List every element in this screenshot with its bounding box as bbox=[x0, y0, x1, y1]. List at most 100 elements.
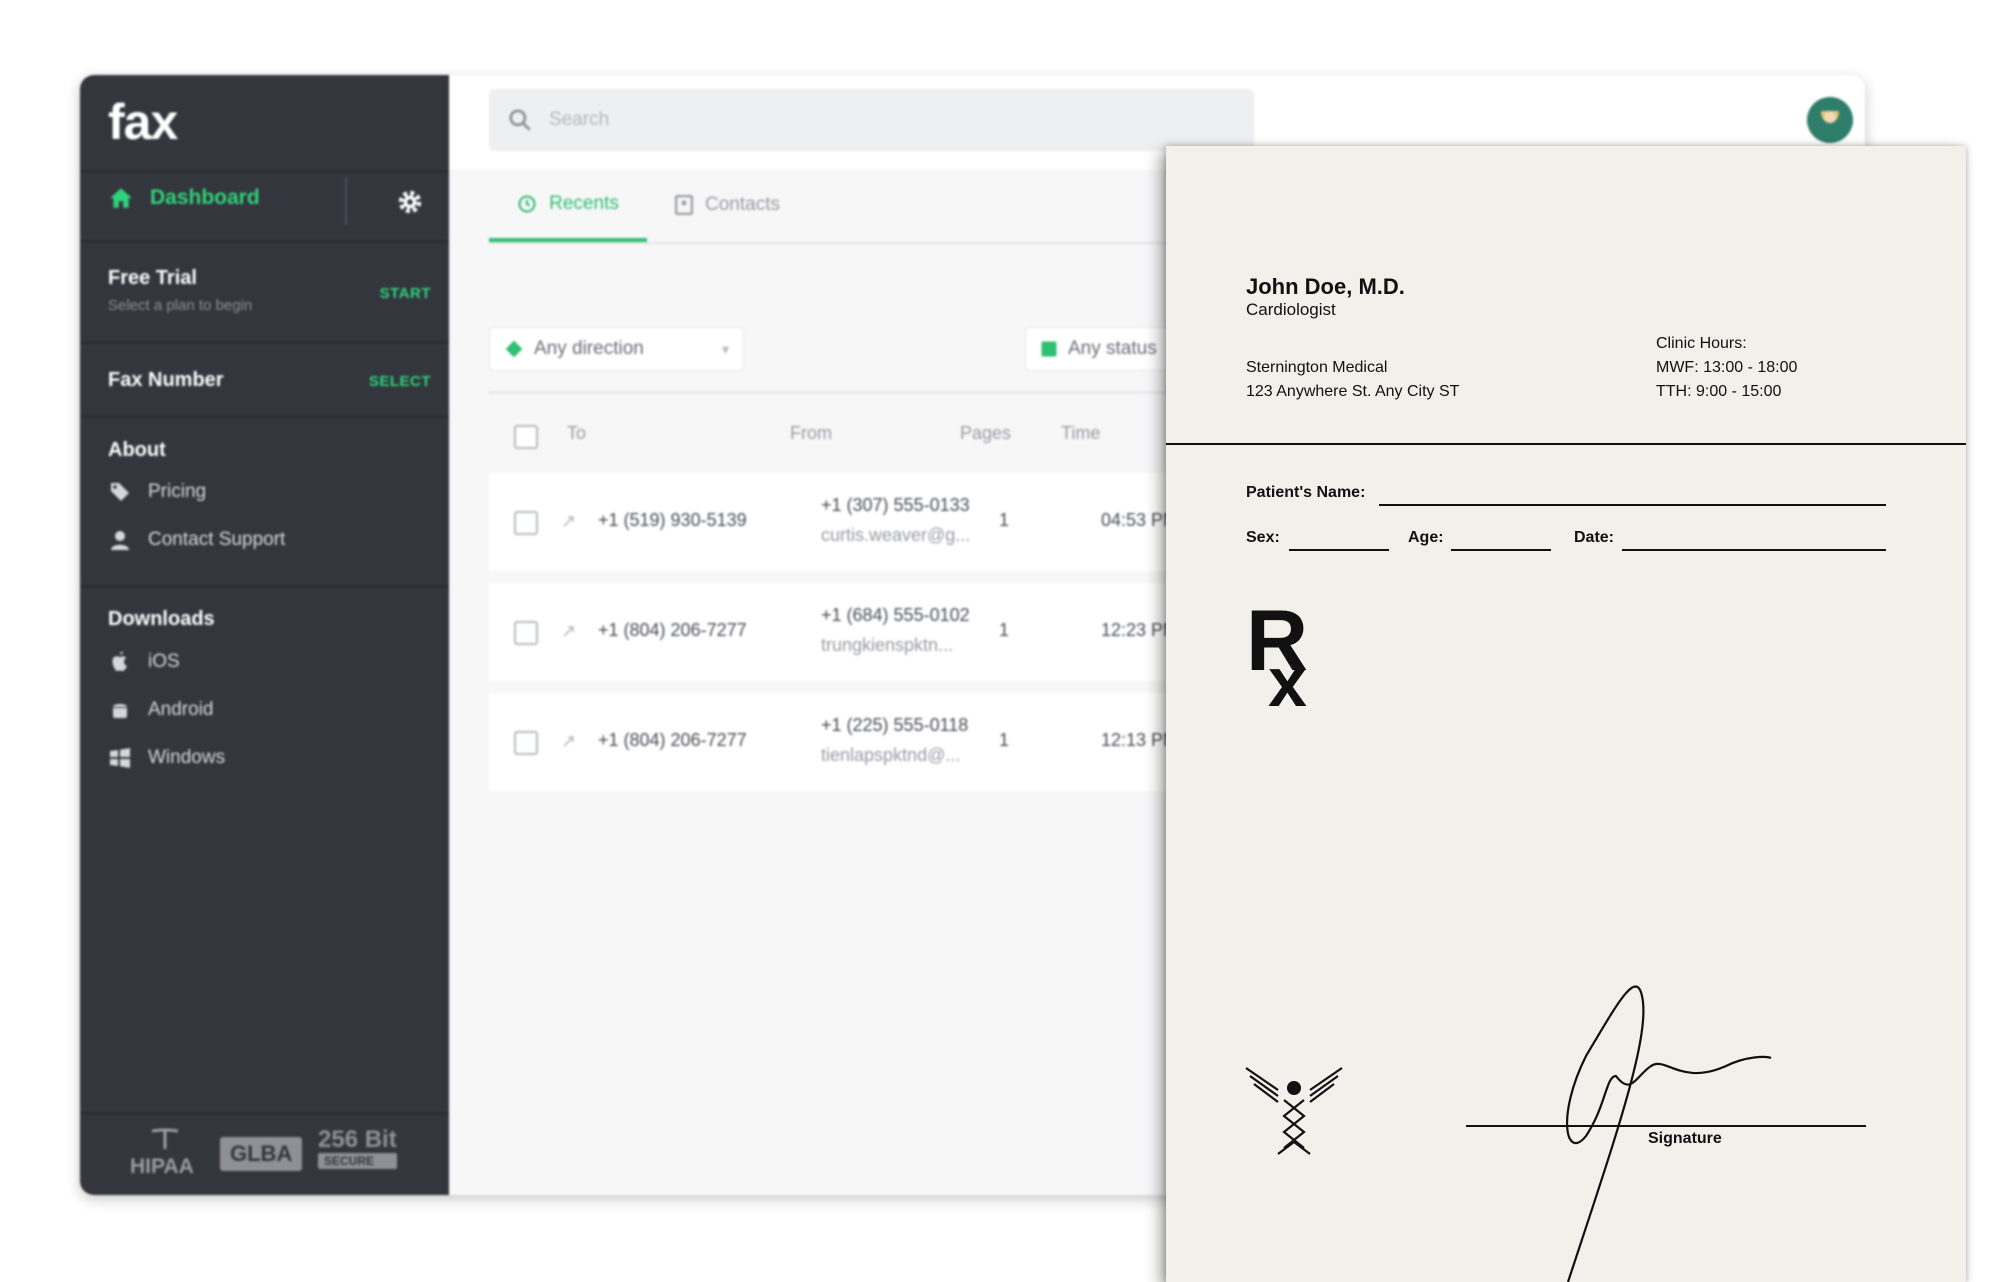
tab-contacts[interactable]: Contacts bbox=[675, 170, 780, 240]
column-header-pages[interactable]: Pages bbox=[960, 423, 1011, 444]
downloads-heading: Downloads bbox=[108, 608, 215, 630]
status-filter-value: Any status bbox=[1068, 338, 1157, 359]
start-trial-button[interactable]: START bbox=[380, 285, 431, 302]
gear-icon[interactable] bbox=[395, 187, 425, 217]
age-line bbox=[1451, 549, 1551, 551]
rx-symbol-icon: R x bbox=[1246, 600, 1308, 710]
user-avatar-icon bbox=[1807, 97, 1853, 143]
from-number: +1 (684) 555-0102 bbox=[821, 605, 970, 625]
sex-label: Sex: bbox=[1246, 529, 1280, 546]
home-icon bbox=[110, 188, 132, 208]
bit-label: 256 Bit bbox=[318, 1126, 397, 1153]
direction-filter[interactable]: Any direction ▾ bbox=[489, 327, 744, 371]
prescription-document: John Doe, M.D. Cardiologist Sternington … bbox=[1166, 146, 1966, 1282]
divider bbox=[80, 341, 449, 344]
hours-tth: TTH: 9:00 - 15:00 bbox=[1656, 383, 1782, 400]
clinic-info: Sternington Medical 123 Anywhere St. Any… bbox=[1246, 356, 1459, 404]
column-header-to[interactable]: To bbox=[567, 423, 586, 444]
to-number: +1 (804) 206-7277 bbox=[598, 730, 747, 750]
sidebar-item-label: Contact Support bbox=[148, 529, 286, 550]
patient-name-line bbox=[1379, 504, 1886, 506]
from-email: trungkienspktn... bbox=[821, 635, 954, 655]
search-bar[interactable] bbox=[489, 89, 1254, 151]
security-badges: HIPAA GLBA 256 Bit SECURE bbox=[80, 1112, 449, 1195]
outgoing-arrow-icon: ↗ bbox=[561, 511, 577, 531]
age-label: Age: bbox=[1408, 529, 1444, 546]
search-input[interactable] bbox=[547, 108, 1151, 132]
chevron-down-icon: ▾ bbox=[721, 340, 729, 357]
sidebar-item-dashboard[interactable]: Dashboard bbox=[108, 185, 260, 211]
clinic-name: Sternington Medical bbox=[1246, 359, 1388, 376]
outgoing-arrow-icon: ↗ bbox=[561, 731, 577, 751]
doctor-name: John Doe, M.D. bbox=[1246, 274, 1405, 299]
row-checkbox[interactable] bbox=[514, 511, 538, 535]
windows-icon bbox=[110, 748, 130, 768]
apple-icon bbox=[112, 651, 127, 672]
sidebar: fax Dashboard Free Trial Select a plan t… bbox=[80, 75, 449, 1195]
hours-mwf: MWF: 13:00 - 18:00 bbox=[1656, 359, 1798, 376]
free-trial-subtitle: Select a plan to begin bbox=[108, 297, 253, 314]
from-email: tienlapspktnd@... bbox=[821, 745, 961, 765]
to-number: +1 (804) 206-7277 bbox=[598, 620, 747, 640]
divider bbox=[80, 585, 449, 588]
sidebar-item-contact-support[interactable]: Contact Support bbox=[108, 528, 285, 552]
free-trial-title: Free Trial bbox=[108, 267, 197, 289]
caduceus-emblem-icon bbox=[1245, 1067, 1343, 1155]
outgoing-arrow-icon: ↗ bbox=[561, 621, 577, 641]
sidebar-item-ios[interactable]: iOS bbox=[108, 650, 180, 674]
row-checkbox[interactable] bbox=[514, 731, 538, 755]
sex-line bbox=[1289, 549, 1389, 551]
fax-logo[interactable]: fax bbox=[108, 93, 178, 151]
doctor-specialty: Cardiologist bbox=[1246, 300, 1336, 319]
from-number: +1 (225) 555-0118 bbox=[821, 715, 969, 735]
sidebar-item-label: Pricing bbox=[148, 481, 207, 502]
column-header-from[interactable]: From bbox=[790, 423, 832, 444]
select-all-checkbox[interactable] bbox=[514, 425, 538, 449]
clock-icon bbox=[518, 195, 536, 213]
fax-number-title: Fax Number bbox=[108, 369, 224, 391]
to-number: +1 (519) 930-5139 bbox=[598, 510, 747, 530]
contacts-icon bbox=[675, 195, 693, 215]
hours-title: Clinic Hours: bbox=[1656, 335, 1747, 352]
direction-filter-value: Any direction bbox=[534, 338, 644, 359]
pages-count: 1 bbox=[999, 510, 1010, 530]
date-line bbox=[1622, 549, 1886, 551]
row-checkbox[interactable] bbox=[514, 621, 538, 645]
avatar[interactable] bbox=[1807, 97, 1853, 143]
sidebar-item-android[interactable]: Android bbox=[108, 698, 214, 722]
divider bbox=[345, 177, 347, 225]
search-icon bbox=[509, 109, 531, 131]
secure-label: SECURE bbox=[318, 1153, 397, 1169]
pages-count: 1 bbox=[999, 620, 1010, 640]
sidebar-item-windows[interactable]: Windows bbox=[108, 746, 225, 770]
select-fax-number-button[interactable]: SELECT bbox=[369, 373, 431, 390]
divider bbox=[1166, 443, 1966, 445]
divider bbox=[80, 240, 449, 243]
status-icon bbox=[1041, 341, 1057, 357]
pages-count: 1 bbox=[999, 730, 1010, 750]
about-heading: About bbox=[108, 439, 166, 461]
tab-label: Contacts bbox=[705, 194, 780, 215]
divider bbox=[80, 170, 449, 173]
date-label: Date: bbox=[1574, 529, 1615, 546]
sidebar-item-label: Android bbox=[148, 699, 214, 720]
user-icon bbox=[111, 531, 129, 550]
sidebar-item-label: Windows bbox=[148, 747, 226, 768]
tab-label: Recents bbox=[549, 193, 619, 214]
patient-name-label: Patient's Name: bbox=[1246, 484, 1366, 501]
from-email: curtis.weaver@g... bbox=[821, 525, 971, 545]
caduceus-icon bbox=[151, 1128, 179, 1149]
tab-recents[interactable]: Recents bbox=[489, 170, 647, 242]
sidebar-item-pricing[interactable]: Pricing bbox=[108, 480, 206, 504]
from-number: +1 (307) 555-0133 bbox=[821, 495, 970, 515]
clinic-hours: Clinic Hours: MWF: 13:00 - 18:00 TTH: 9:… bbox=[1656, 332, 1797, 404]
column-header-time[interactable]: Time bbox=[1061, 423, 1100, 444]
direction-icon bbox=[505, 340, 523, 358]
rx-letter-x: x bbox=[1268, 643, 1307, 710]
encryption-badge: 256 Bit SECURE bbox=[318, 1127, 397, 1169]
divider bbox=[80, 415, 449, 418]
signature-drawing bbox=[1466, 985, 1866, 1282]
tag-icon bbox=[111, 483, 129, 501]
signature-label: Signature bbox=[1648, 1130, 1722, 1147]
glba-badge: GLBA bbox=[220, 1137, 303, 1171]
